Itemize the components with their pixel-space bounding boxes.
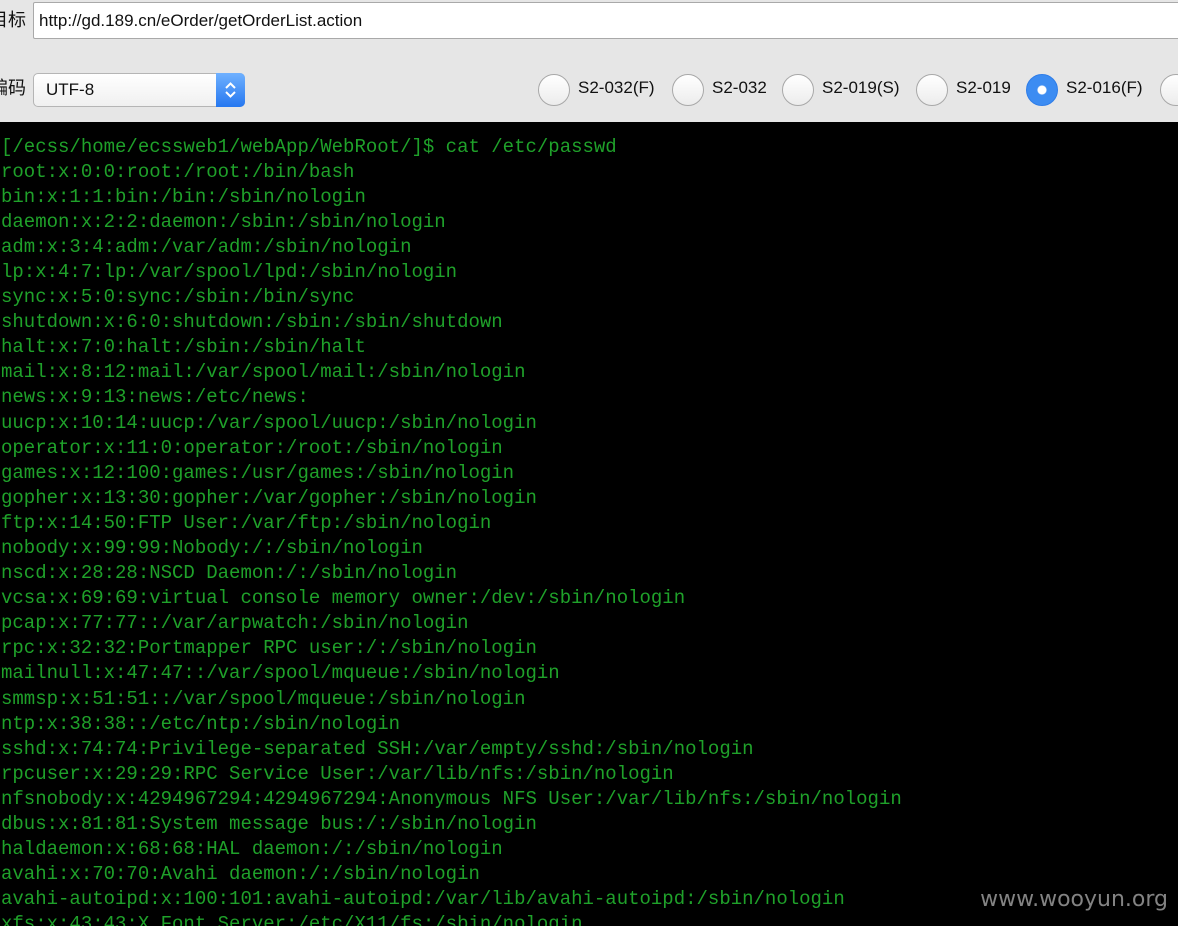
terminal-line: mailnull:x:47:47::/var/spool/mqueue:/sbi…	[1, 662, 560, 684]
encoding-value: UTF-8	[46, 80, 95, 99]
terminal-line: news:x:9:13:news:/etc/news:	[1, 386, 309, 408]
select-stepper-icon	[216, 73, 245, 107]
encoding-select[interactable]: UTF-8	[33, 73, 245, 107]
terminal-line: rpc:x:32:32:Portmapper RPC user:/:/sbin/…	[1, 637, 537, 659]
radio-label: S2-032(F)	[578, 78, 655, 97]
radio-circle[interactable]	[672, 74, 704, 106]
terminal-line: root:x:0:0:root:/root:/bin/bash	[1, 161, 355, 183]
terminal-line: xfs:x:43:43:X Font Server:/etc/X11/fs:/s…	[1, 913, 583, 926]
terminal-line: vcsa:x:69:69:virtual console memory owne…	[1, 587, 686, 609]
terminal-line: operator:x:11:0:operator:/root:/sbin/nol…	[1, 437, 503, 459]
encoding-label: 编码	[0, 78, 26, 98]
terminal-output: [/ecss/home/ecssweb1/webApp/WebRoot/]$ c…	[0, 122, 1178, 926]
target-label: 目标	[0, 10, 26, 30]
radio-circle[interactable]	[538, 74, 570, 106]
terminal-line: rpcuser:x:29:29:RPC Service User:/var/li…	[1, 763, 674, 785]
terminal-line: adm:x:3:4:adm:/var/adm:/sbin/nologin	[1, 236, 412, 258]
terminal-line: sync:x:5:0:sync:/sbin:/bin/sync	[1, 286, 355, 308]
terminal-line: shutdown:x:6:0:shutdown:/sbin:/sbin/shut…	[1, 311, 503, 333]
watermark: www.wooyun.org	[980, 887, 1168, 912]
radio-circle[interactable]	[1160, 74, 1178, 106]
radio-label: S2-016(F)	[1066, 78, 1143, 97]
terminal-prompt-line: [/ecss/home/ecssweb1/webApp/WebRoot/]$ c…	[1, 136, 617, 158]
radio-circle[interactable]	[782, 74, 814, 106]
terminal-line: ntp:x:38:38::/etc/ntp:/sbin/nologin	[1, 713, 401, 735]
terminal-line: games:x:12:100:games:/usr/games:/sbin/no…	[1, 462, 515, 484]
terminal-line: sshd:x:74:74:Privilege-separated SSH:/va…	[1, 738, 754, 760]
terminal-line: gopher:x:13:30:gopher:/var/gopher:/sbin/…	[1, 487, 537, 509]
terminal-line: nfsnobody:x:4294967294:4294967294:Anonym…	[1, 788, 902, 810]
terminal-line: lp:x:4:7:lp:/var/spool/lpd:/sbin/nologin	[1, 261, 458, 283]
radio-label: S2-019(S)	[822, 78, 900, 97]
terminal-line: bin:x:1:1:bin:/bin:/sbin/nologin	[1, 186, 366, 208]
terminal-line: ftp:x:14:50:FTP User:/var/ftp:/sbin/nolo…	[1, 512, 492, 534]
terminal-line: mail:x:8:12:mail:/var/spool/mail:/sbin/n…	[1, 361, 526, 383]
radio-label: S2-032	[712, 78, 767, 97]
terminal-line: haldaemon:x:68:68:HAL daemon:/:/sbin/nol…	[1, 838, 503, 860]
control-panel: 目标 编码 UTF-8 S2-032(F) S2-032 S2-019(S) S…	[0, 0, 1178, 122]
terminal-line: nobody:x:99:99:Nobody:/:/sbin/nologin	[1, 537, 423, 559]
target-url-input[interactable]	[33, 2, 1178, 39]
terminal-line: pcap:x:77:77::/var/arpwatch:/sbin/nologi…	[1, 612, 469, 634]
terminal-line: avahi-autoipd:x:100:101:avahi-autoipd:/v…	[1, 888, 845, 910]
radio-circle-selected[interactable]	[1026, 74, 1058, 106]
terminal-line: smmsp:x:51:51::/var/spool/mqueue:/sbin/n…	[1, 688, 526, 710]
terminal-line: halt:x:7:0:halt:/sbin:/sbin/halt	[1, 336, 366, 358]
terminal-line: uucp:x:10:14:uucp:/var/spool/uucp:/sbin/…	[1, 412, 537, 434]
terminal-line: daemon:x:2:2:daemon:/sbin:/sbin/nologin	[1, 211, 446, 233]
terminal-line: dbus:x:81:81:System message bus:/:/sbin/…	[1, 813, 537, 835]
terminal-line: avahi:x:70:70:Avahi daemon:/:/sbin/nolog…	[1, 863, 480, 885]
radio-label: S2-019	[956, 78, 1011, 97]
terminal-line: nscd:x:28:28:NSCD Daemon:/:/sbin/nologin	[1, 562, 458, 584]
radio-circle[interactable]	[916, 74, 948, 106]
